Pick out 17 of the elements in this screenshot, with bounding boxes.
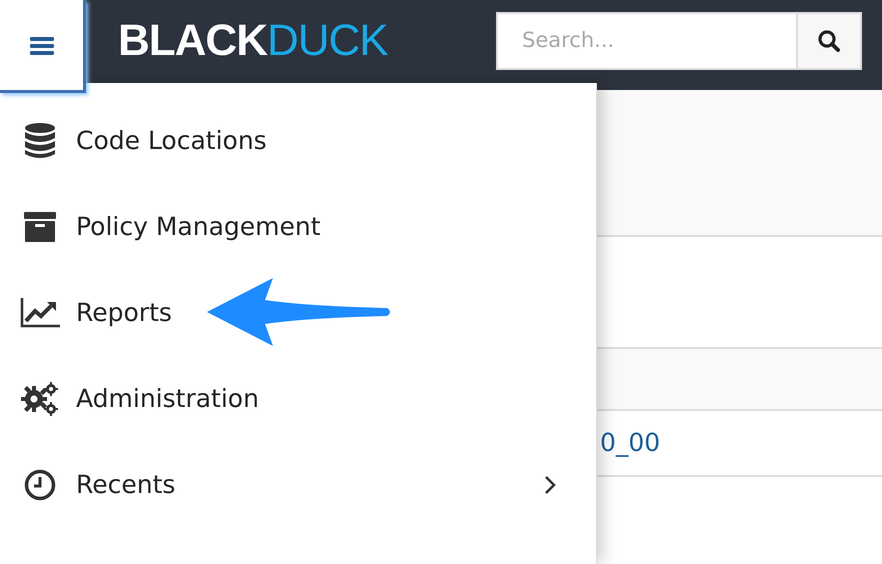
table-cell-text[interactable]: 0_00 [600, 424, 660, 462]
line-chart-icon [20, 298, 60, 328]
database-icon [24, 122, 56, 160]
search-button[interactable] [796, 12, 862, 70]
archive-icon [24, 212, 56, 242]
search-icon [817, 29, 841, 53]
clock-icon [24, 469, 56, 501]
menu-item[interactable]: Recents [0, 442, 596, 528]
menu-button[interactable] [0, 0, 86, 93]
menu-item[interactable]: Reports [0, 270, 596, 356]
gears-icon [21, 382, 59, 416]
menu-item[interactable]: Policy Management [0, 184, 596, 270]
logo: BLACKDUCK [118, 16, 388, 66]
search-field[interactable]: Search... [496, 12, 796, 70]
menu-item[interactable]: Administration [0, 356, 596, 442]
menu-item[interactable]: Code Locations [0, 98, 596, 184]
menu-icon [30, 36, 54, 56]
